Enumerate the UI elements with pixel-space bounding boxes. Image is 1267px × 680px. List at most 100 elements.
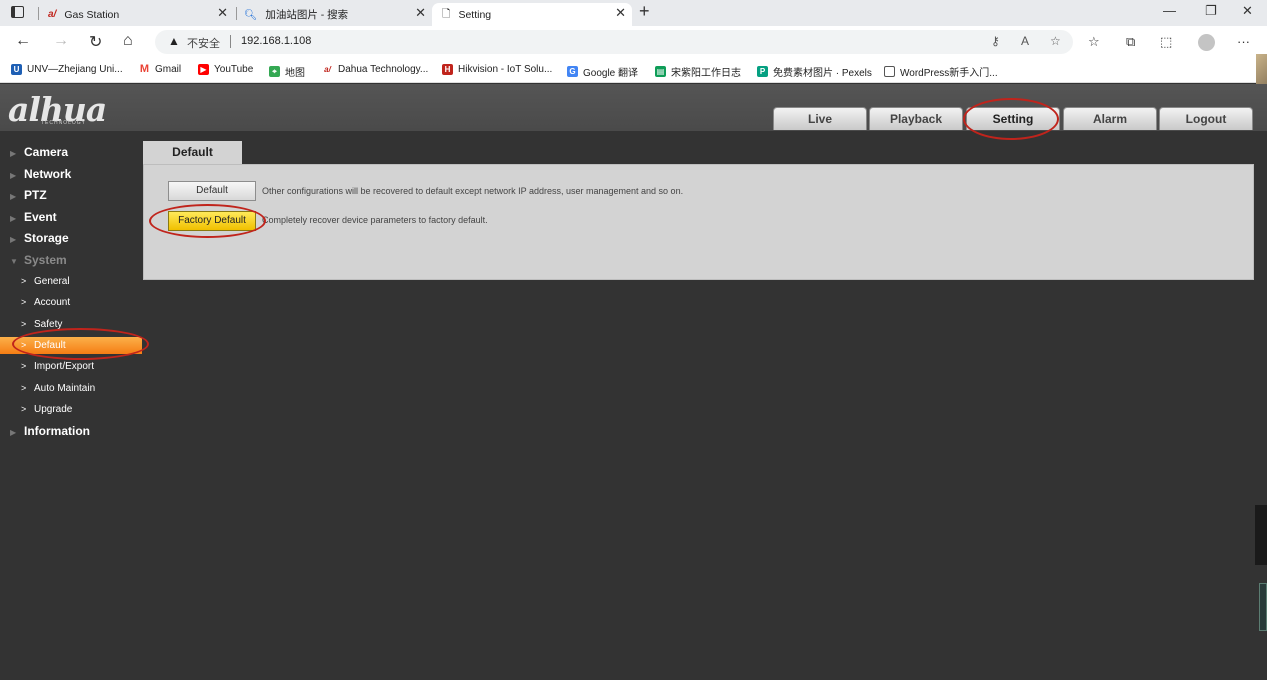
bookmark-wordpress[interactable]: WordPress新手入门...: [884, 64, 998, 79]
page-icon: 🗋: [442, 7, 451, 20]
sidebar-system[interactable]: ▼ System: [0, 253, 67, 267]
search-icon: 🔍︎: [244, 9, 258, 21]
collapsed-arrow-icon: ▶: [10, 214, 17, 223]
collapsed-arrow-icon: ▶: [10, 428, 17, 437]
collapsed-arrow-icon: ▶: [10, 171, 17, 180]
bookmark-google-translate[interactable]: G Google 翻译: [567, 64, 638, 79]
tab-title: Setting: [458, 8, 492, 21]
url-field[interactable]: ▲ 不安全 192.168.1.108 ⚷ A ☆: [155, 30, 1073, 54]
url-separator: [230, 35, 231, 48]
favorites-icon[interactable]: ☆: [1088, 34, 1100, 50]
dahua-favicon-icon: a/: [48, 9, 57, 20]
restore-icon[interactable]: ❐: [1205, 3, 1217, 19]
read-aloud-icon[interactable]: A: [1021, 34, 1029, 48]
bookmark-dahua[interactable]: a/Dahua Technology...: [322, 64, 428, 75]
bookmarks-bar: U UNV—Zhejiang Uni... M Gmail ▶ YouTube ⌖ 地图…: [0, 59, 1267, 83]
logo-subtitle: TECHNOLOGY: [41, 120, 87, 126]
nav-playback[interactable]: Playback: [869, 107, 963, 130]
sidebar-storage[interactable]: ▶ Storage: [0, 231, 69, 245]
chevron-right-icon: >: [21, 319, 27, 329]
more-icon[interactable]: ···: [1237, 34, 1250, 49]
bookmark-gmail[interactable]: M Gmail: [139, 63, 181, 76]
youtube-icon: ▶: [198, 64, 209, 75]
tab-separator: [236, 7, 237, 20]
translate-icon: G: [567, 66, 578, 77]
sidebar-camera[interactable]: ▶ Camera: [0, 145, 68, 159]
tab-setting[interactable]: 🗋 Setting ✕: [432, 3, 632, 26]
app-header: alhua TECHNOLOGY Live Playback Setting A…: [0, 84, 1267, 131]
bookmark-pexels[interactable]: P 免费素材图片 · Pexels: [757, 64, 872, 79]
sidebar-item-general[interactable]: > General: [0, 273, 142, 290]
map-icon: ⌖: [269, 66, 280, 77]
forward-icon[interactable]: →: [53, 32, 69, 50]
edge-widget: [1255, 505, 1267, 565]
sidebar-item-account[interactable]: > Account: [0, 294, 142, 311]
url-text[interactable]: 192.168.1.108: [241, 35, 311, 47]
sidebar-item-upgrade[interactable]: > Upgrade: [0, 401, 142, 418]
expanded-arrow-icon: ▼: [10, 257, 18, 266]
sidebar-item-import-export[interactable]: > Import/Export: [0, 358, 142, 375]
factory-default-description: Completely recover device parameters to …: [262, 215, 488, 225]
default-panel: Default Other configurations will be rec…: [143, 164, 1254, 280]
highlight-circle-setting: [963, 98, 1059, 140]
security-label[interactable]: 不安全: [187, 35, 220, 51]
browser-tab-bar: a/ Gas Station ✕ 🔍︎ 加油站图片 - 搜索 ✕ 🗋 Setti…: [0, 0, 1267, 26]
bookmark-hikvision[interactable]: H Hikvision - IoT Solu...: [442, 64, 552, 75]
default-description: Other configurations will be recovered t…: [262, 186, 684, 196]
home-icon[interactable]: ⌂: [123, 32, 133, 50]
nav-alarm[interactable]: Alarm: [1063, 107, 1157, 130]
highlight-circle-default-item: [12, 328, 149, 360]
minimize-icon[interactable]: —: [1163, 3, 1176, 18]
sidebar-information[interactable]: ▶ Information: [0, 424, 90, 438]
highlight-circle-factory-default: [149, 204, 266, 238]
extensions-icon[interactable]: ⬚: [1160, 34, 1172, 50]
chevron-right-icon: >: [21, 361, 27, 371]
address-bar-row: ← → ↻ ⌂ ▲ 不安全 192.168.1.108 ⚷ A ☆ ☆ ⧉ ⬚ …: [0, 26, 1267, 59]
tab-title: Gas Station: [64, 8, 120, 21]
sheet-icon: ▤: [655, 66, 666, 77]
tab-gas-station[interactable]: a/ Gas Station ✕: [48, 3, 234, 26]
tab-actions-icon[interactable]: [11, 6, 24, 18]
sidebar-ptz[interactable]: ▶ PTZ: [0, 188, 47, 202]
bookmark-worklog[interactable]: ▤ 宋紫阳工作日志: [655, 64, 741, 79]
collapsed-arrow-icon: ▶: [10, 192, 17, 201]
nav-logout[interactable]: Logout: [1159, 107, 1253, 130]
edge-widget: [1259, 583, 1267, 631]
unv-icon: U: [11, 64, 22, 75]
collections-icon[interactable]: ⧉: [1126, 34, 1135, 50]
collapsed-arrow-icon: ▶: [10, 235, 17, 244]
default-button[interactable]: Default: [168, 181, 256, 201]
close-tab-icon[interactable]: ✕: [217, 5, 228, 21]
bookmark-unv[interactable]: U UNV—Zhejiang Uni...: [11, 64, 123, 75]
gmail-icon: M: [139, 63, 150, 75]
chevron-right-icon: >: [21, 297, 27, 307]
new-tab-icon[interactable]: +: [639, 1, 650, 22]
page-icon: [884, 66, 895, 77]
tab-separator: [38, 7, 39, 20]
favorite-add-icon[interactable]: ☆: [1050, 34, 1061, 48]
bookmark-maps[interactable]: ⌖ 地图: [269, 64, 305, 79]
chevron-right-icon: >: [21, 276, 27, 286]
back-icon[interactable]: ←: [15, 32, 31, 50]
sidebar-event[interactable]: ▶ Event: [0, 210, 57, 224]
sidebar-item-auto-maintain[interactable]: > Auto Maintain: [0, 380, 142, 397]
close-tab-icon[interactable]: ✕: [615, 5, 626, 21]
pexels-icon: P: [757, 66, 768, 77]
tab-search[interactable]: 🔍︎ 加油站图片 - 搜索 ✕: [244, 3, 432, 26]
nav-live[interactable]: Live: [773, 107, 867, 130]
chevron-right-icon: >: [21, 404, 27, 414]
hikvision-icon: H: [442, 64, 453, 75]
collapsed-arrow-icon: ▶: [10, 149, 17, 158]
chevron-right-icon: >: [21, 383, 27, 393]
sidebar-network[interactable]: ▶ Network: [0, 167, 71, 181]
tab-default[interactable]: Default: [143, 141, 242, 164]
key-icon[interactable]: ⚷: [991, 34, 1000, 48]
warning-icon[interactable]: ▲: [168, 34, 180, 48]
close-window-icon[interactable]: ✕: [1242, 3, 1253, 19]
dahua-icon: a/: [324, 65, 331, 74]
reload-icon[interactable]: ↻: [89, 32, 102, 52]
close-tab-icon[interactable]: ✕: [415, 5, 426, 21]
tab-title: 加油站图片 - 搜索: [265, 9, 349, 21]
bookmark-youtube[interactable]: ▶ YouTube: [198, 64, 253, 75]
profile-avatar[interactable]: [1198, 34, 1215, 51]
